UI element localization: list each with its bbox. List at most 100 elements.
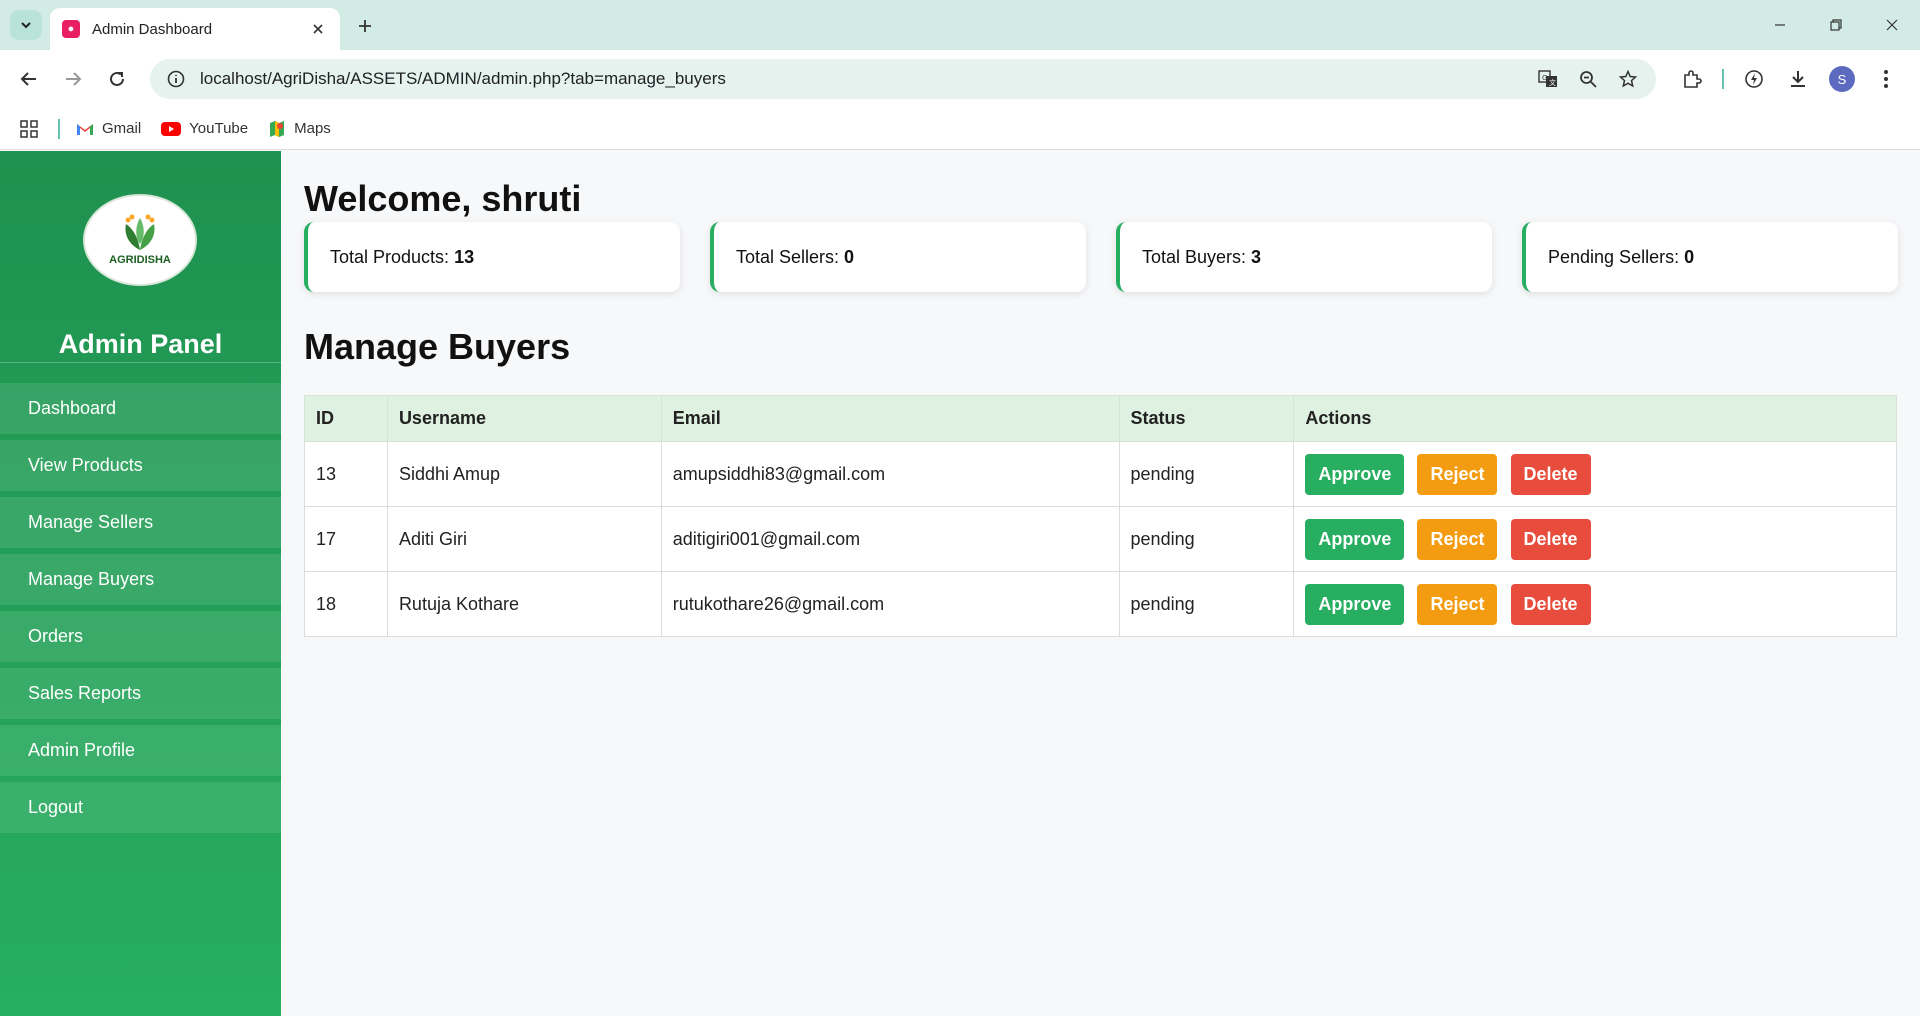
reject-button[interactable]: Reject <box>1417 453 1498 495</box>
tab-search-button[interactable] <box>10 10 42 40</box>
url-text[interactable]: localhost/AgriDisha/ASSETS/ADMIN/admin.p… <box>196 69 1528 89</box>
sidebar-divider <box>0 362 281 363</box>
back-arrow-icon[interactable] <box>14 64 44 94</box>
sidebar-item-logout[interactable]: Logout <box>0 782 281 833</box>
svg-text:G: G <box>1542 74 1547 82</box>
reject-button[interactable]: Reject <box>1417 583 1498 625</box>
reload-icon[interactable] <box>102 64 132 94</box>
cell-email: aditigiri001@gmail.com <box>660 506 1120 572</box>
stat-card-total-products: Total Products: 13 <box>304 222 680 292</box>
cell-status: pending <box>1118 506 1295 572</box>
new-tab-plus-icon[interactable] <box>352 13 378 39</box>
admin-sidebar: AGRIDISHA Admin Panel Dashboard View Pro… <box>0 151 281 1016</box>
cell-actions: Approve Reject Delete <box>1293 571 1897 637</box>
cell-username: Siddhi Amup <box>386 441 662 507</box>
bookmarks-bar: Gmail YouTube Maps <box>0 108 1920 150</box>
download-icon[interactable] <box>1776 59 1820 99</box>
maps-icon <box>268 120 286 138</box>
cell-id: 17 <box>304 506 388 572</box>
stat-card-total-sellers: Total Sellers: 0 <box>710 222 1086 292</box>
browser-toolbar: localhost/AgriDisha/ASSETS/ADMIN/admin.p… <box>0 50 1920 108</box>
delete-button[interactable]: Delete <box>1510 453 1591 495</box>
stat-label: Pending Sellers: <box>1548 246 1680 267</box>
cell-actions: Approve Reject Delete <box>1293 506 1897 572</box>
main-content: Welcome, shruti Total Products: 13 Total… <box>281 151 1920 1016</box>
bookmark-star-icon[interactable] <box>1608 59 1648 99</box>
sidebar-title: Admin Panel <box>58 329 223 359</box>
reject-button[interactable]: Reject <box>1417 518 1498 560</box>
sidebar-item-admin-profile[interactable]: Admin Profile <box>0 725 281 776</box>
performance-icon[interactable] <box>1732 59 1776 99</box>
wheat-leaf-logo-icon <box>125 214 155 250</box>
cell-status: pending <box>1118 441 1295 507</box>
bookmarks-separator <box>58 118 60 139</box>
sidebar-item-manage-buyers[interactable]: Manage Buyers <box>0 554 281 605</box>
logo-wordmark: AGRIDISHA <box>109 254 171 266</box>
approve-button[interactable]: Approve <box>1305 518 1405 560</box>
extensions-puzzle-icon[interactable] <box>1670 59 1714 99</box>
approve-button[interactable]: Approve <box>1305 453 1405 495</box>
buyers-table: ID Username Email Status Actions 13 Sidd… <box>304 395 1897 637</box>
tab-close-icon[interactable] <box>308 19 328 39</box>
stat-label: Total Buyers: <box>1142 246 1247 267</box>
apps-grid-icon[interactable] <box>20 119 38 138</box>
browser-tab-strip: ● Admin Dashboard <box>0 0 1920 50</box>
sidebar-nav: Dashboard View Products Manage Sellers M… <box>0 383 281 839</box>
column-header-status: Status <box>1118 395 1295 442</box>
cell-status: pending <box>1118 571 1295 637</box>
stat-card-total-buyers: Total Buyers: 3 <box>1116 222 1492 292</box>
delete-button[interactable]: Delete <box>1510 518 1591 560</box>
sidebar-item-orders[interactable]: Orders <box>0 611 281 662</box>
agridisha-logo: AGRIDISHA <box>83 194 197 286</box>
tab-title: Admin Dashboard <box>92 20 213 38</box>
chevron-down-icon <box>21 22 31 29</box>
address-bar[interactable]: localhost/AgriDisha/ASSETS/ADMIN/admin.p… <box>150 59 1656 99</box>
window-controls <box>1752 0 1920 50</box>
window-close-icon[interactable] <box>1864 0 1920 50</box>
sidebar-item-view-products[interactable]: View Products <box>0 440 281 491</box>
svg-text:文: 文 <box>1549 78 1556 87</box>
table-row: 17 Aditi Giri aditigiri001@gmail.com pen… <box>304 506 1897 572</box>
gmail-icon <box>76 122 94 136</box>
cell-username: Aditi Giri <box>386 506 662 572</box>
stat-card-pending-sellers: Pending Sellers: 0 <box>1522 222 1898 292</box>
stat-label: Total Sellers: <box>736 246 840 267</box>
column-header-id: ID <box>304 395 388 442</box>
section-title: Manage Buyers <box>304 326 571 367</box>
stat-value: 13 <box>454 246 475 267</box>
cell-email: rutukothare26@gmail.com <box>660 571 1120 637</box>
cell-id: 18 <box>304 571 388 637</box>
approve-button[interactable]: Approve <box>1305 583 1405 625</box>
stat-value: 3 <box>1251 246 1262 267</box>
translate-icon[interactable]: G文 <box>1528 59 1568 99</box>
stats-row: Total Products: 13 Total Sellers: 0 Tota… <box>304 222 1898 292</box>
table-row: 13 Siddhi Amup amupsiddhi83@gmail.com pe… <box>304 441 1897 507</box>
delete-button[interactable]: Delete <box>1510 583 1591 625</box>
youtube-icon <box>161 121 182 136</box>
sidebar-item-dashboard[interactable]: Dashboard <box>0 383 281 434</box>
bookmark-label: YouTube <box>189 120 249 137</box>
kebab-menu-icon[interactable] <box>1864 59 1908 99</box>
zoom-icon[interactable] <box>1568 59 1608 99</box>
cell-email: amupsiddhi83@gmail.com <box>660 441 1120 507</box>
browser-tab-active[interactable]: ● Admin Dashboard <box>50 8 340 50</box>
column-header-email: Email <box>660 395 1120 442</box>
bookmark-maps[interactable]: Maps <box>268 120 331 138</box>
site-favicon-icon: ● <box>62 20 80 38</box>
avatar: S <box>1829 66 1855 92</box>
minimize-icon[interactable] <box>1752 0 1808 50</box>
forward-arrow-icon[interactable] <box>58 64 88 94</box>
sidebar-item-manage-sellers[interactable]: Manage Sellers <box>0 497 281 548</box>
toolbar-separator <box>1722 69 1724 89</box>
table-row: 18 Rutuja Kothare rutukothare26@gmail.co… <box>304 571 1897 637</box>
profile-avatar-button[interactable]: S <box>1820 59 1864 99</box>
sidebar-item-sales-reports[interactable]: Sales Reports <box>0 668 281 719</box>
stat-label: Total Products: <box>330 246 450 267</box>
bookmark-youtube[interactable]: YouTube <box>161 120 248 137</box>
bookmark-gmail[interactable]: Gmail <box>76 120 141 137</box>
restore-icon[interactable] <box>1808 0 1864 50</box>
welcome-heading: Welcome, shruti <box>304 178 582 219</box>
site-info-icon[interactable] <box>156 59 196 99</box>
cell-id: 13 <box>304 441 388 507</box>
cell-actions: Approve Reject Delete <box>1293 441 1897 507</box>
